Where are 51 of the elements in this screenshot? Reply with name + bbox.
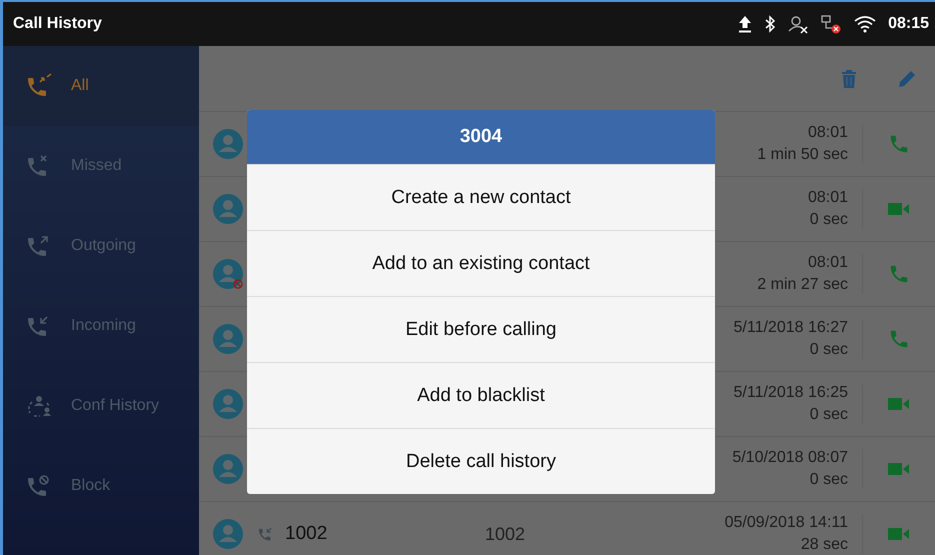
call-name: 1002 [285,523,328,545]
user-off-icon [788,14,808,34]
call-time: 5/11/2018 16:25 [734,383,848,403]
avatar-icon [213,259,243,289]
call-time: 5/11/2018 16:27 [734,318,848,338]
sidebar-label: All [71,77,89,95]
dialog-option[interactable]: Add to blacklist [247,362,715,428]
app-title: Call History [13,15,102,33]
dialog-option[interactable]: Edit before calling [247,296,715,362]
call-time: 5/10/2018 08:07 [732,448,848,468]
phone-call-icon[interactable] [888,133,910,155]
sidebar-item[interactable]: Conf History [3,366,199,446]
sidebar-item[interactable]: Block [3,446,199,526]
sidebar-label: Outgoing [71,237,136,255]
call-time: 08:01 [808,188,848,208]
phone-call-icon[interactable] [888,263,910,285]
clock-time: 08:15 [888,15,929,33]
sidebar-item[interactable]: All [3,46,199,126]
call-duration: 0 sec [810,210,848,230]
sidebar-item[interactable]: Outgoing [3,206,199,286]
call-number: 1002 [485,524,526,544]
dialog-option[interactable]: Add to an existing contact [247,230,715,296]
bluetooth-icon [764,15,776,33]
upload-icon [738,15,752,33]
group-icon [25,393,53,419]
dialog-option[interactable]: Delete call history [247,428,715,494]
trash-icon[interactable] [841,68,857,88]
call-time: 05/09/2018 14:11 [724,513,848,533]
pencil-icon[interactable] [897,68,917,88]
sidebar-item[interactable]: Incoming [3,286,199,366]
sidebar-label: Incoming [71,317,136,335]
video-call-icon[interactable] [888,202,910,216]
sidebar-label: Conf History [71,397,160,415]
phone-call-icon[interactable] [888,328,910,350]
video-call-icon[interactable] [888,462,910,476]
call-duration: 2 min 27 sec [757,275,848,295]
call-duration: 28 sec [800,535,848,555]
dialog-title: 3004 [247,110,715,164]
call-duration: 0 sec [810,405,848,425]
video-call-icon[interactable] [888,527,910,541]
video-call-icon[interactable] [888,397,910,411]
phone-icon [25,73,53,99]
wifi-icon [854,15,876,33]
dialog-option[interactable]: Create a new contact [247,164,715,230]
call-time: 08:01 [808,253,848,273]
network-error-icon [820,14,842,34]
sidebar-label: Block [71,477,110,495]
call-duration: 0 sec [810,470,848,490]
call-duration: 1 min 50 sec [757,145,848,165]
call-duration: 0 sec [810,340,848,360]
call-time: 08:01 [808,123,848,143]
